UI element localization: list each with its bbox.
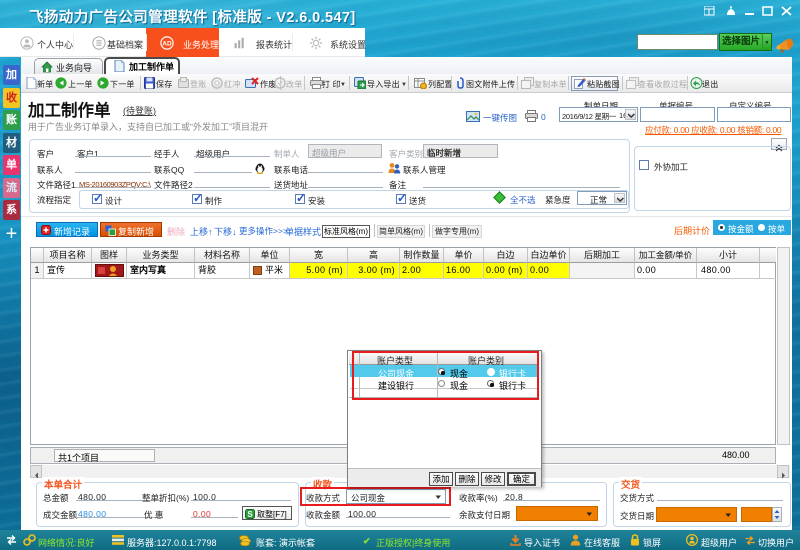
svg-text:AD: AD bbox=[162, 41, 172, 48]
svg-text:S: S bbox=[247, 510, 253, 519]
